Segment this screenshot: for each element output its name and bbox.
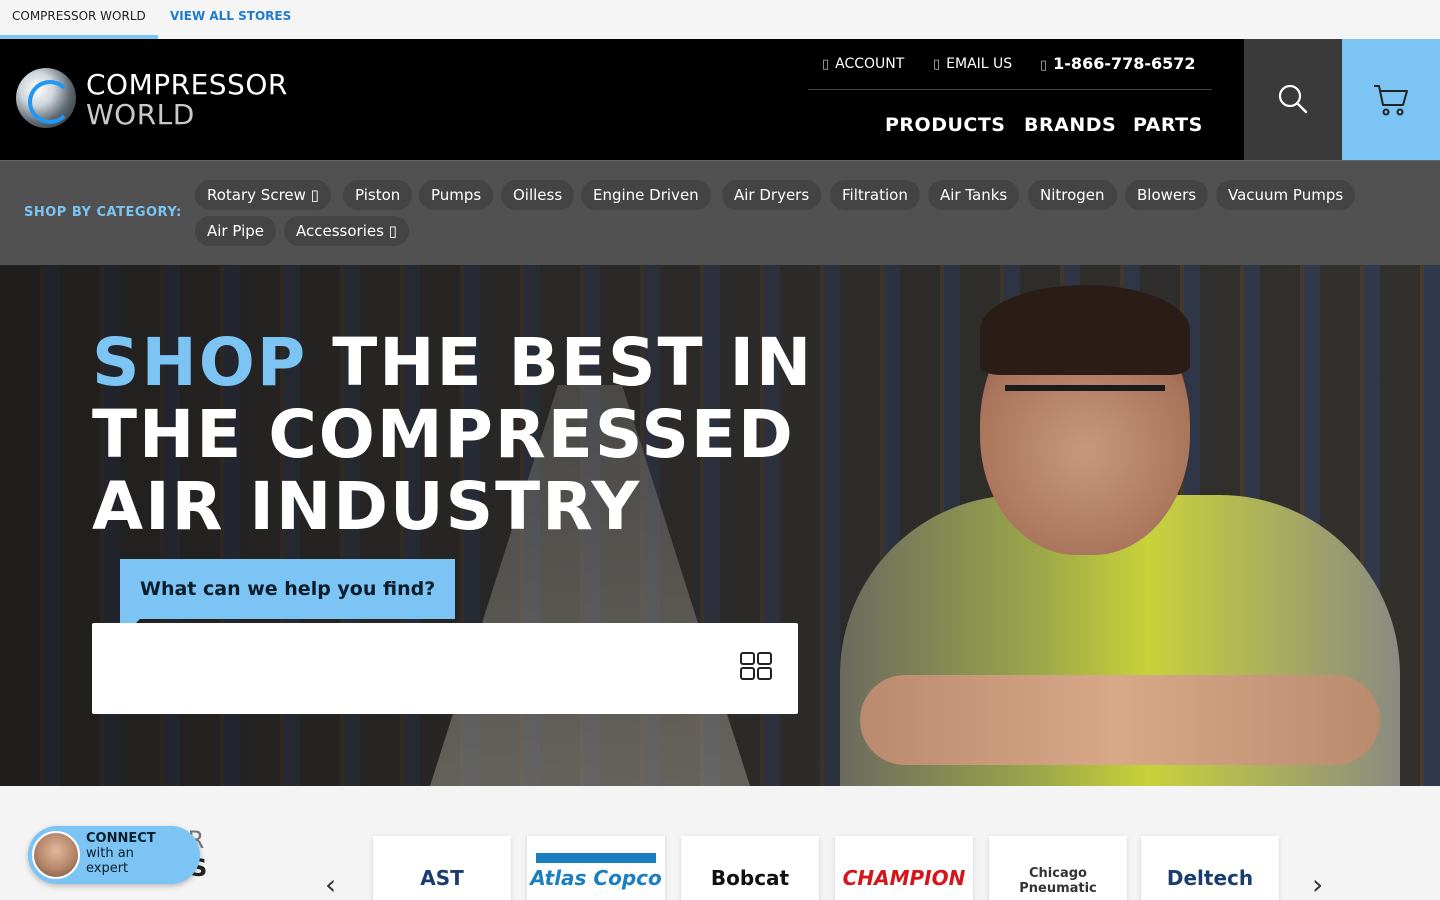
- category-piston[interactable]: Piston: [343, 180, 413, 210]
- person-hair: [980, 285, 1190, 375]
- current-store-tab[interactable]: COMPRESSOR WORLD: [0, 0, 158, 39]
- site-logo[interactable]: COMPRESSOR WORLD: [16, 68, 306, 131]
- category-pumps[interactable]: Pumps: [419, 180, 494, 210]
- category-accessories[interactable]: Accessories ▯: [284, 216, 409, 246]
- connect-subtitle: with an expert: [86, 846, 134, 876]
- person-arms: [860, 675, 1380, 765]
- hero-banner: SHOP THE BEST IN THE COMPRESSED AIR INDU…: [0, 265, 1440, 786]
- logo-text-line2: WORLD: [86, 98, 195, 131]
- account-label: ACCOUNT: [835, 56, 905, 72]
- connect-expert-button[interactable]: CONNECT with an expert: [28, 826, 200, 884]
- brands-next-arrow[interactable]: ›: [1312, 868, 1323, 900]
- email-label: EMAIL US: [946, 56, 1013, 72]
- atlas-copco-bar: [536, 853, 656, 863]
- logo-text-line1: COMPRESSOR: [86, 68, 288, 101]
- top-store-bar: COMPRESSOR WORLD VIEW ALL STORES: [0, 0, 1440, 39]
- phone-icon: ▯: [1040, 58, 1048, 73]
- category-nitrogen[interactable]: Nitrogen: [1028, 180, 1117, 210]
- brand-logo-atlas-copco: Atlas Copco: [530, 866, 662, 890]
- nav-brands[interactable]: BRANDS: [1024, 114, 1116, 136]
- search-button[interactable]: [1244, 39, 1342, 160]
- hero-search-box: [92, 623, 798, 714]
- nav-parts[interactable]: PARTS: [1133, 114, 1203, 136]
- brand-card-deltech[interactable]: Deltech: [1141, 836, 1279, 900]
- connect-title: CONNECT: [86, 831, 156, 846]
- category-blowers[interactable]: Blowers: [1125, 180, 1209, 210]
- envelope-icon: ▯: [933, 57, 941, 72]
- person-glasses: [1005, 385, 1165, 425]
- search-prompt-bubble: What can we help you find?: [120, 559, 456, 639]
- category-air-tanks[interactable]: Air Tanks: [928, 180, 1020, 210]
- category-bar: SHOP BY CATEGORY: Rotary Screw ▯ Piston …: [0, 160, 1440, 265]
- logo-ring-icon: [16, 68, 76, 128]
- brand-card-champion[interactable]: CHAMPION: [835, 836, 973, 900]
- account-link[interactable]: ▯ ACCOUNT: [822, 56, 904, 72]
- brand-logo-ast: AST: [420, 866, 464, 890]
- category-oilless[interactable]: Oilless: [501, 180, 575, 210]
- hero-headline-accent: SHOP: [92, 324, 308, 401]
- brand-logo-deltech: Deltech: [1166, 866, 1254, 890]
- category-air-pipe[interactable]: Air Pipe: [195, 216, 276, 246]
- shop-by-category-label: SHOP BY CATEGORY:: [24, 205, 182, 220]
- category-rotary-screw[interactable]: Rotary Screw ▯: [195, 180, 331, 210]
- nav-products[interactable]: PRODUCTS: [885, 114, 1006, 136]
- hero-person-image: [840, 285, 1400, 786]
- brand-logo-bobcat: Bobcat: [710, 866, 790, 890]
- user-icon: ▯: [822, 57, 830, 72]
- cart-icon: [1374, 85, 1408, 116]
- category-filtration[interactable]: Filtration: [830, 180, 920, 210]
- utility-nav: ▯ ACCOUNT ▯ EMAIL US ▯ 1-866-778-6572: [808, 39, 1212, 90]
- email-us-link[interactable]: ▯ EMAIL US: [933, 56, 1012, 72]
- brands-prev-arrow[interactable]: ‹: [325, 868, 336, 900]
- brands-section: UR S ‹ AST Atlas Copco Bobcat CHAMPION C…: [0, 786, 1440, 900]
- hero-search-input[interactable]: [112, 645, 712, 691]
- barcode-icon[interactable]: [740, 651, 772, 681]
- category-air-dryers[interactable]: Air Dryers: [722, 180, 822, 210]
- phone-number: 1-866-778-6572: [1053, 54, 1196, 73]
- expert-avatar: [32, 831, 80, 879]
- category-engine-driven[interactable]: Engine Driven: [581, 180, 711, 210]
- brand-card-bobcat[interactable]: Bobcat: [681, 836, 819, 900]
- search-icon: [1278, 84, 1308, 114]
- cart-button[interactable]: [1342, 39, 1440, 160]
- brand-logo-champion: CHAMPION: [842, 866, 966, 890]
- brand-card-ast[interactable]: AST: [373, 836, 511, 900]
- brand-card-chicago-pneumatic[interactable]: Chicago Pneumatic: [989, 836, 1127, 900]
- view-all-stores-link[interactable]: VIEW ALL STORES: [170, 9, 291, 23]
- site-header: COMPRESSOR WORLD ▯ ACCOUNT ▯ EMAIL US ▯ 1-8…: [0, 39, 1440, 160]
- brand-card-atlas-copco[interactable]: Atlas Copco: [527, 836, 665, 900]
- hero-headline: SHOP THE BEST IN THE COMPRESSED AIR INDU…: [92, 327, 852, 543]
- phone-link[interactable]: ▯ 1-866-778-6572: [1040, 54, 1196, 73]
- brand-logo-chicago-pneumatic: Chicago Pneumatic: [1019, 866, 1097, 896]
- category-vacuum-pumps[interactable]: Vacuum Pumps: [1216, 180, 1356, 210]
